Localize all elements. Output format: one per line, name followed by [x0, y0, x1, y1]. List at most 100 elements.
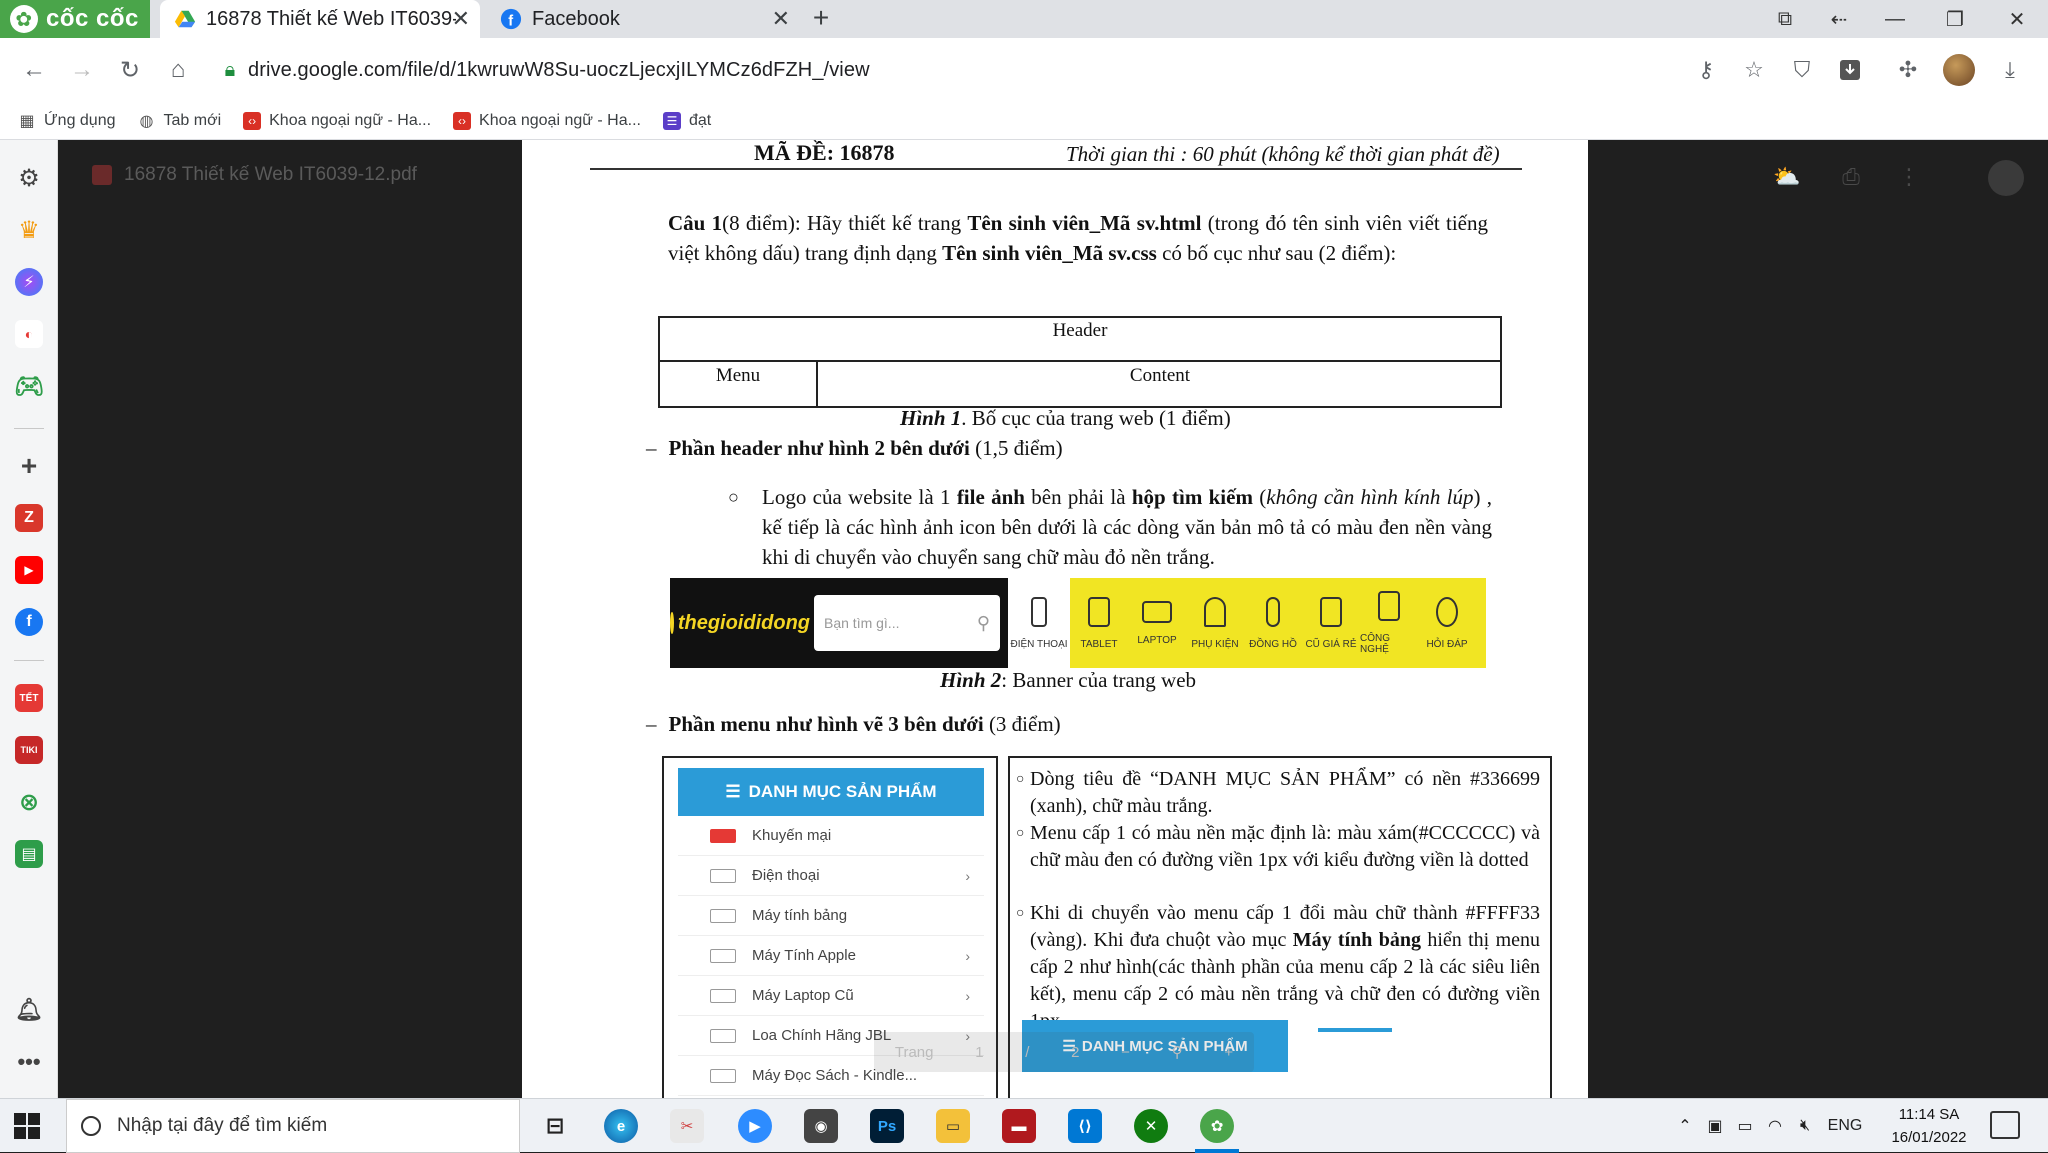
tiki-icon[interactable]: TIKI — [15, 736, 43, 764]
shield-icon[interactable]: ⛉ — [1784, 52, 1820, 88]
crown-icon[interactable]: ♛ — [15, 216, 43, 244]
bookmark-khoa-1[interactable]: ‹› Khoa ngoại ngữ - Ha... — [243, 111, 431, 130]
forward-icon[interactable]: → — [64, 52, 100, 88]
figure-2-caption: Hình 2: Banner của trang web — [940, 668, 1196, 693]
bookmark-khoa-2[interactable]: ‹› Khoa ngoại ngữ - Ha... — [453, 111, 641, 130]
profile-avatar[interactable] — [1943, 54, 1975, 86]
tab-drive-pdf[interactable]: 16878 Thiết kế Web IT6039-1 ✕ — [160, 0, 480, 38]
new-tab-button[interactable]: + — [806, 4, 836, 34]
language-indicator[interactable]: ENG — [1820, 1117, 1870, 1135]
question-text: (8 điểm): Hãy thiết kế trang — [722, 211, 968, 235]
shopee-icon[interactable]: TẾT — [15, 684, 43, 712]
print-icon[interactable]: ⎙ — [1836, 164, 1866, 194]
bookmark-new-tab[interactable]: ◍ Tab mới — [138, 112, 222, 130]
restore-button[interactable]: ❐ — [1930, 0, 1980, 38]
banner-logo: thegioididong — [670, 578, 810, 668]
close-tab-icon[interactable]: ✕ — [452, 6, 470, 32]
question-text: có bố cục như sau (2 điểm): — [1156, 241, 1397, 265]
back-icon[interactable]: ← — [16, 52, 52, 88]
download-icon[interactable]: ⤓ — [1992, 52, 2028, 88]
task-view-icon[interactable]: ⊟ — [538, 1109, 572, 1143]
reload-icon[interactable]: ↻ — [112, 52, 148, 88]
zoom-out-icon[interactable]: − — [1121, 1044, 1130, 1061]
viewer-avatar[interactable] — [1988, 160, 2024, 196]
save-to-drive-icon[interactable] — [1832, 52, 1868, 88]
device-icon[interactable]: ▣ — [1700, 1116, 1730, 1136]
coccoc-leaf-icon: ✿ — [10, 5, 38, 33]
terminal-app-icon[interactable]: ▬ — [1002, 1109, 1036, 1143]
add-to-drive-icon[interactable]: ⛅ — [1772, 164, 1802, 194]
bullet-circle: ○ — [1016, 826, 1025, 841]
edge-icon[interactable]: e — [604, 1109, 638, 1143]
coccoc-logo[interactable]: ✿ cốc cốc — [0, 0, 150, 38]
banner-item-label: PHỤ KIỆN — [1191, 638, 1239, 650]
close-window-button[interactable]: ✕ — [1992, 0, 2042, 38]
file-title-bar: 16878 Thiết kế Web IT6039-12.pdf — [92, 164, 417, 186]
menu-figure-item: Khuyến mại — [678, 816, 984, 856]
xbox-icon[interactable]: ✕ — [1134, 1109, 1168, 1143]
screen-capture-icon[interactable]: ⧉ — [1760, 0, 1810, 38]
taskbar-search-box[interactable]: Nhập tại đây để tìm kiếm — [66, 1099, 520, 1153]
more-options-icon[interactable]: ⋮ — [1894, 164, 1924, 194]
messenger-icon[interactable]: ⚡ — [15, 268, 43, 296]
gamepad-icon[interactable]: 🎮︎ — [14, 372, 44, 400]
map-pin-icon[interactable]: ⊗ — [15, 788, 43, 816]
url-text[interactable]: drive.google.com/file/d/1kwruwW8Su-uoczL… — [248, 59, 870, 82]
photoshop-icon[interactable]: Ps — [870, 1109, 904, 1143]
chevron-right-icon: › — [965, 867, 970, 884]
wifi-icon[interactable]: ◠ — [1760, 1116, 1790, 1136]
zoom-app-icon[interactable]: ▶ — [738, 1109, 772, 1143]
address-bar[interactable]: 🔒︎ drive.google.com/file/d/1kwruwW8Su-uo… — [212, 48, 1862, 92]
game-badge-icon[interactable]: ◐ — [15, 320, 43, 348]
phone-icon — [1031, 596, 1047, 627]
watch-icon — [1266, 596, 1280, 627]
windows-start-icon[interactable] — [14, 1113, 40, 1139]
facebook-side-icon[interactable]: f — [15, 608, 43, 636]
tab-facebook[interactable]: f Facebook ✕ — [486, 0, 800, 38]
youtube-icon[interactable]: ▶ — [15, 556, 43, 584]
close-tab-icon[interactable]: ✕ — [772, 6, 790, 32]
taskbar-search-placeholder: Nhập tại đây để tìm kiếm — [117, 1115, 328, 1136]
vscode-icon[interactable]: ⟨⟩ — [1068, 1109, 1102, 1143]
hamburger-icon: ☰ — [725, 782, 741, 801]
banner-search-wrap: Bạn tìm gì... ⚲ — [810, 578, 1008, 668]
back-arrow-icon[interactable]: ⇠ — [1814, 0, 1864, 38]
bookmark-apps[interactable]: ▦ Ứng dụng — [18, 112, 115, 130]
banner-item-label: TABLET — [1080, 638, 1118, 650]
header-requirement: ○ Logo của website là 1 file ảnh bên phả… — [728, 482, 1492, 572]
text: ( — [1252, 485, 1267, 509]
bookmark-star-icon[interactable]: ☆ — [1736, 52, 1772, 88]
notification-center-icon[interactable] — [1990, 1111, 2020, 1139]
zoom-in-icon[interactable]: + — [1224, 1044, 1233, 1061]
camera-icon[interactable]: ◉ — [804, 1109, 838, 1143]
snip-icon[interactable]: ✂ — [670, 1109, 704, 1143]
volume-muted-icon[interactable]: 🔇︎ — [1790, 1117, 1820, 1135]
heading-points: (1,5 điểm) — [969, 436, 1063, 460]
zing-icon[interactable]: Z — [15, 504, 43, 532]
chevron-up-icon[interactable]: ⌃ — [1670, 1116, 1700, 1136]
zoom-icon[interactable]: ⚲ — [1172, 1043, 1183, 1061]
sidebar-divider — [14, 428, 44, 429]
minimize-button[interactable]: — — [1870, 0, 1920, 38]
coccoc-taskbar-icon[interactable]: ✿ — [1200, 1109, 1234, 1143]
battery-icon[interactable]: ▭ — [1730, 1116, 1760, 1136]
extensions-icon[interactable]: ✣ — [1890, 52, 1926, 88]
more-dots-icon[interactable]: ••• — [15, 1048, 43, 1076]
bell-icon[interactable]: 🔔︎ — [15, 996, 43, 1024]
sheet-icon[interactable]: ▤ — [15, 840, 43, 868]
settings-gear-icon[interactable]: ⚙ — [15, 164, 43, 192]
page-label: Trang — [894, 1043, 934, 1061]
banner-item-label: HỎI ĐÁP — [1426, 638, 1468, 650]
bookmark-dat[interactable]: ☰ đạt — [662, 111, 711, 130]
question-1: Câu 1(8 điểm): Hãy thiết kế trang Tên si… — [668, 208, 1488, 268]
file-explorer-icon[interactable]: ▭ — [936, 1109, 970, 1143]
home-icon[interactable]: ⌂ — [160, 52, 196, 88]
add-icon[interactable]: + — [15, 450, 43, 481]
key-icon[interactable]: ⚷ — [1688, 52, 1724, 88]
page-navigator[interactable]: Trang 1 / 2 − ⚲ + — [874, 1032, 1254, 1072]
chevron-right-icon: › — [965, 947, 970, 964]
secure-lock-icon[interactable]: 🔒︎ — [212, 59, 248, 82]
banner-search-box: Bạn tìm gì... ⚲ — [814, 595, 1000, 651]
taskbar-clock[interactable]: 11:14 SA 16/01/2022 — [1884, 1103, 1974, 1149]
question-label: Câu 1 — [668, 211, 723, 235]
